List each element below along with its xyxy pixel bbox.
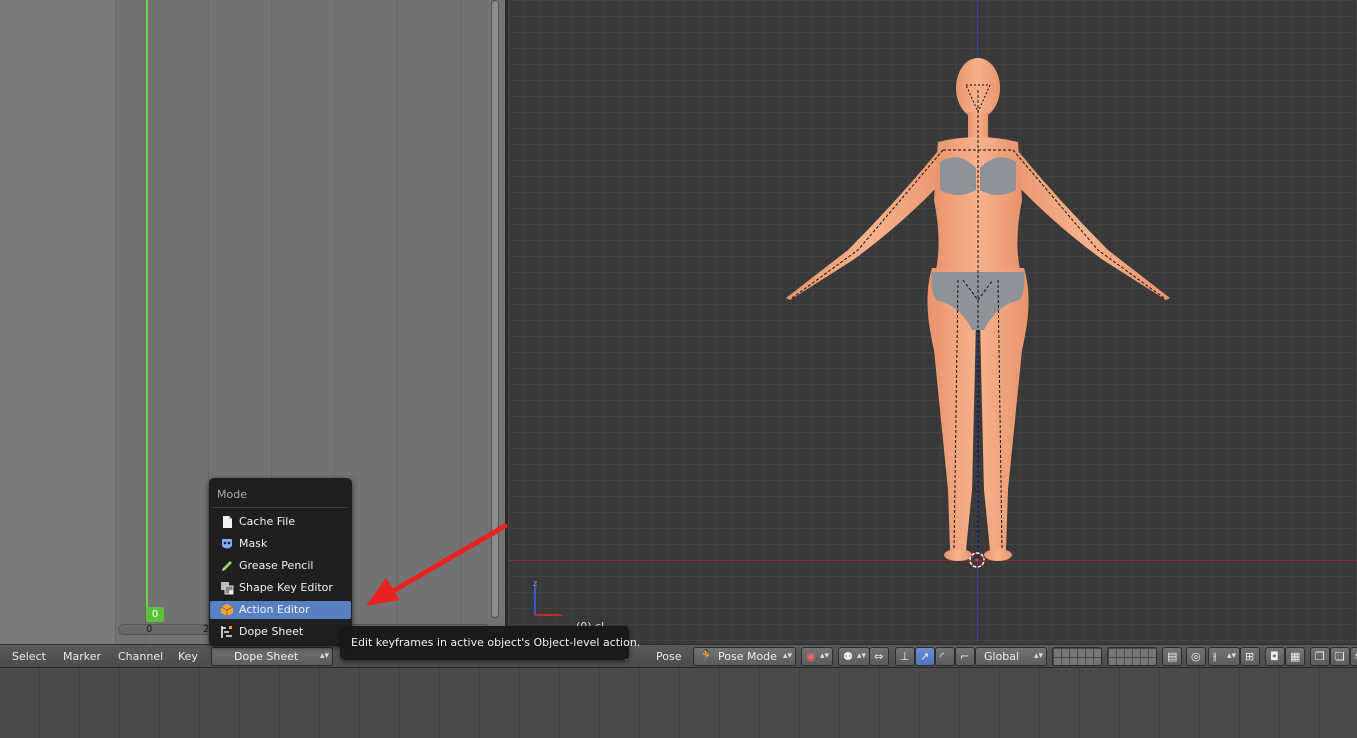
shape-key-icon xyxy=(221,582,234,595)
current-frame-badge[interactable]: 0 xyxy=(146,607,164,622)
3d-viewport[interactable]: z (0) cl... xyxy=(508,0,1357,642)
manipulator-icon: ⇔ xyxy=(874,650,884,663)
dope-sheet-mode-select[interactable]: Dope Sheet ▴▾ xyxy=(211,647,333,666)
paste-pose-button[interactable]: ❏ xyxy=(1330,647,1350,666)
tooltip-text: Edit keyframes in active object's Object… xyxy=(351,636,641,649)
dropdown-arrows-icon: ▴▾ xyxy=(319,651,329,661)
rotate-manipulator-button[interactable]: ◜ xyxy=(935,647,955,666)
menu-select[interactable]: Select xyxy=(12,650,46,663)
scale-manipulator-button[interactable]: ⌐ xyxy=(955,647,975,666)
layer-buttons-right[interactable] xyxy=(1107,647,1157,666)
menu-item-grease-pencil[interactable]: Grease Pencil xyxy=(210,557,351,575)
layer-buttons-left[interactable] xyxy=(1052,647,1102,666)
menu-key[interactable]: Key xyxy=(178,650,198,663)
menu-pose[interactable]: Pose xyxy=(656,650,681,663)
svg-text:z: z xyxy=(533,580,537,588)
copy-icon: ❐ xyxy=(1315,650,1325,663)
dope-sheet-icon xyxy=(221,626,232,638)
menu-item-label: Dope Sheet xyxy=(239,625,304,638)
viewport-shading-select[interactable]: ◉ ▴▾ xyxy=(801,647,833,666)
dropdown-arrows-icon: ▴▾ xyxy=(1226,651,1236,661)
action-icon xyxy=(220,604,234,616)
menu-item-cache-file[interactable]: Cache File xyxy=(210,513,351,531)
header-bar: Select Marker Channel Key Dope Sheet ▴▾ … xyxy=(0,644,1357,668)
interaction-mode-select[interactable]: 🏃 Pose Mode ▴▾ xyxy=(693,647,796,666)
dropdown-arrows-icon: ▴▾ xyxy=(782,651,792,661)
cache-file-icon xyxy=(223,516,232,528)
ruler-label: 0 xyxy=(146,624,153,635)
layers-icon: ▤ xyxy=(1167,650,1178,663)
transform-orientation-label: Global xyxy=(984,650,1020,663)
opengl-render-animation-button[interactable]: ▦ xyxy=(1285,647,1305,666)
shading-icon: ◉ xyxy=(806,650,816,663)
dope-sheet-mode-label: Dope Sheet xyxy=(234,650,299,663)
menu-item-label: Grease Pencil xyxy=(239,559,314,572)
pivot-point-select[interactable]: ⚉ ▴▾ xyxy=(838,647,870,666)
layer-lock-button[interactable]: ▤ xyxy=(1162,647,1182,666)
mask-icon xyxy=(222,539,232,549)
interaction-mode-label: Pose Mode xyxy=(718,650,777,663)
menu-item-label: Cache File xyxy=(239,515,296,528)
channel-region[interactable] xyxy=(0,0,116,644)
widget-axes-icon: ⊥ xyxy=(900,650,910,663)
view-axes-icon: z xyxy=(533,580,562,616)
pose-mode-icon: 🏃 xyxy=(699,649,714,663)
menu-item-label: Mask xyxy=(239,537,268,550)
translate-arrow-icon: ↗ xyxy=(920,650,930,663)
menu-item-label: Action Editor xyxy=(239,603,310,616)
snap-element-select[interactable]: ⫲ ▴▾ xyxy=(1208,647,1240,666)
character-model[interactable] xyxy=(778,50,1198,570)
menu-item-dope-sheet[interactable]: Dope Sheet xyxy=(210,623,351,641)
proportional-icon: ◎ xyxy=(1191,650,1201,663)
clapper-icon: ▦ xyxy=(1290,650,1301,663)
snap-target-icon: ⊞ xyxy=(1245,650,1255,663)
rotate-icon: ◜ xyxy=(940,650,945,663)
copy-pose-button[interactable]: ❐ xyxy=(1310,647,1330,666)
playhead-line[interactable] xyxy=(146,0,148,612)
widget-toggle[interactable]: ⊥ xyxy=(895,647,915,666)
paste-flipped-pose-button[interactable]: ⇆ xyxy=(1350,647,1357,666)
camera-icon: ◘ xyxy=(1270,650,1279,663)
menu-channel[interactable]: Channel xyxy=(118,650,163,663)
menu-item-shape-key-editor[interactable]: Shape Key Editor xyxy=(210,579,351,597)
3d-cursor-icon[interactable] xyxy=(968,551,986,569)
snap-icon: ⫲ xyxy=(1213,650,1217,663)
menu-item-mask[interactable]: Mask xyxy=(210,535,351,553)
tooltip: Edit keyframes in active object's Object… xyxy=(340,626,640,660)
timeline-area[interactable] xyxy=(0,668,1357,738)
menu-separator xyxy=(213,507,348,508)
dropdown-arrows-icon: ▴▾ xyxy=(1033,651,1043,661)
dropdown-arrows-icon: ▴▾ xyxy=(819,651,829,661)
manipulator-toggle[interactable]: ⇔ xyxy=(869,647,889,666)
translate-manipulator-button[interactable]: ↗ xyxy=(915,647,935,666)
paste-icon: ❏ xyxy=(1335,650,1345,663)
pivot-icon: ⚉ xyxy=(843,650,853,663)
menu-item-action-editor[interactable]: Action Editor xyxy=(210,601,351,619)
dropdown-arrows-icon: ▴▾ xyxy=(856,651,866,661)
mode-dropdown-menu: Mode Cache File Mask Grease Pencil Shape… xyxy=(209,478,352,646)
annotation-arrow-icon xyxy=(366,523,508,606)
menu-marker[interactable]: Marker xyxy=(63,650,101,663)
menu-title: Mode xyxy=(217,488,247,501)
scale-icon: ⌐ xyxy=(960,650,970,663)
grease-pencil-icon xyxy=(222,561,232,571)
menu-item-label: Shape Key Editor xyxy=(239,581,333,594)
opengl-render-image-button[interactable]: ◘ xyxy=(1265,647,1285,666)
transform-orientation-select[interactable]: Global ▴▾ xyxy=(975,647,1047,666)
snap-target-button[interactable]: ⊞ xyxy=(1240,647,1260,666)
proportional-edit-button[interactable]: ◎ xyxy=(1186,647,1206,666)
